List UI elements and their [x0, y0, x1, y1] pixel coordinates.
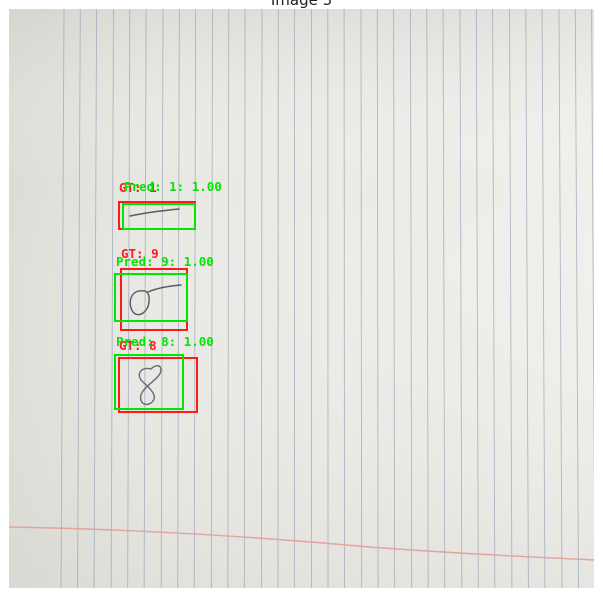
notebook-photo: GT: 1 Pred: 1: 1.00 GT: 9 Pred: 9: 1.00 …: [9, 9, 594, 588]
pred-label: Pred: 8: 1.00: [116, 334, 214, 349]
pred-label: Pred: 9: 1.00: [116, 254, 214, 269]
photo-canvas: GT: 1 Pred: 1: 1.00 GT: 9 Pred: 9: 1.00 …: [9, 9, 594, 588]
paper-shade: [9, 9, 594, 588]
figure-title: Image 3: [270, 0, 333, 9]
pred-label: Pred: 1: 1.00: [124, 179, 222, 194]
rule-line: [360, 9, 363, 588]
rule-line: [260, 9, 263, 588]
